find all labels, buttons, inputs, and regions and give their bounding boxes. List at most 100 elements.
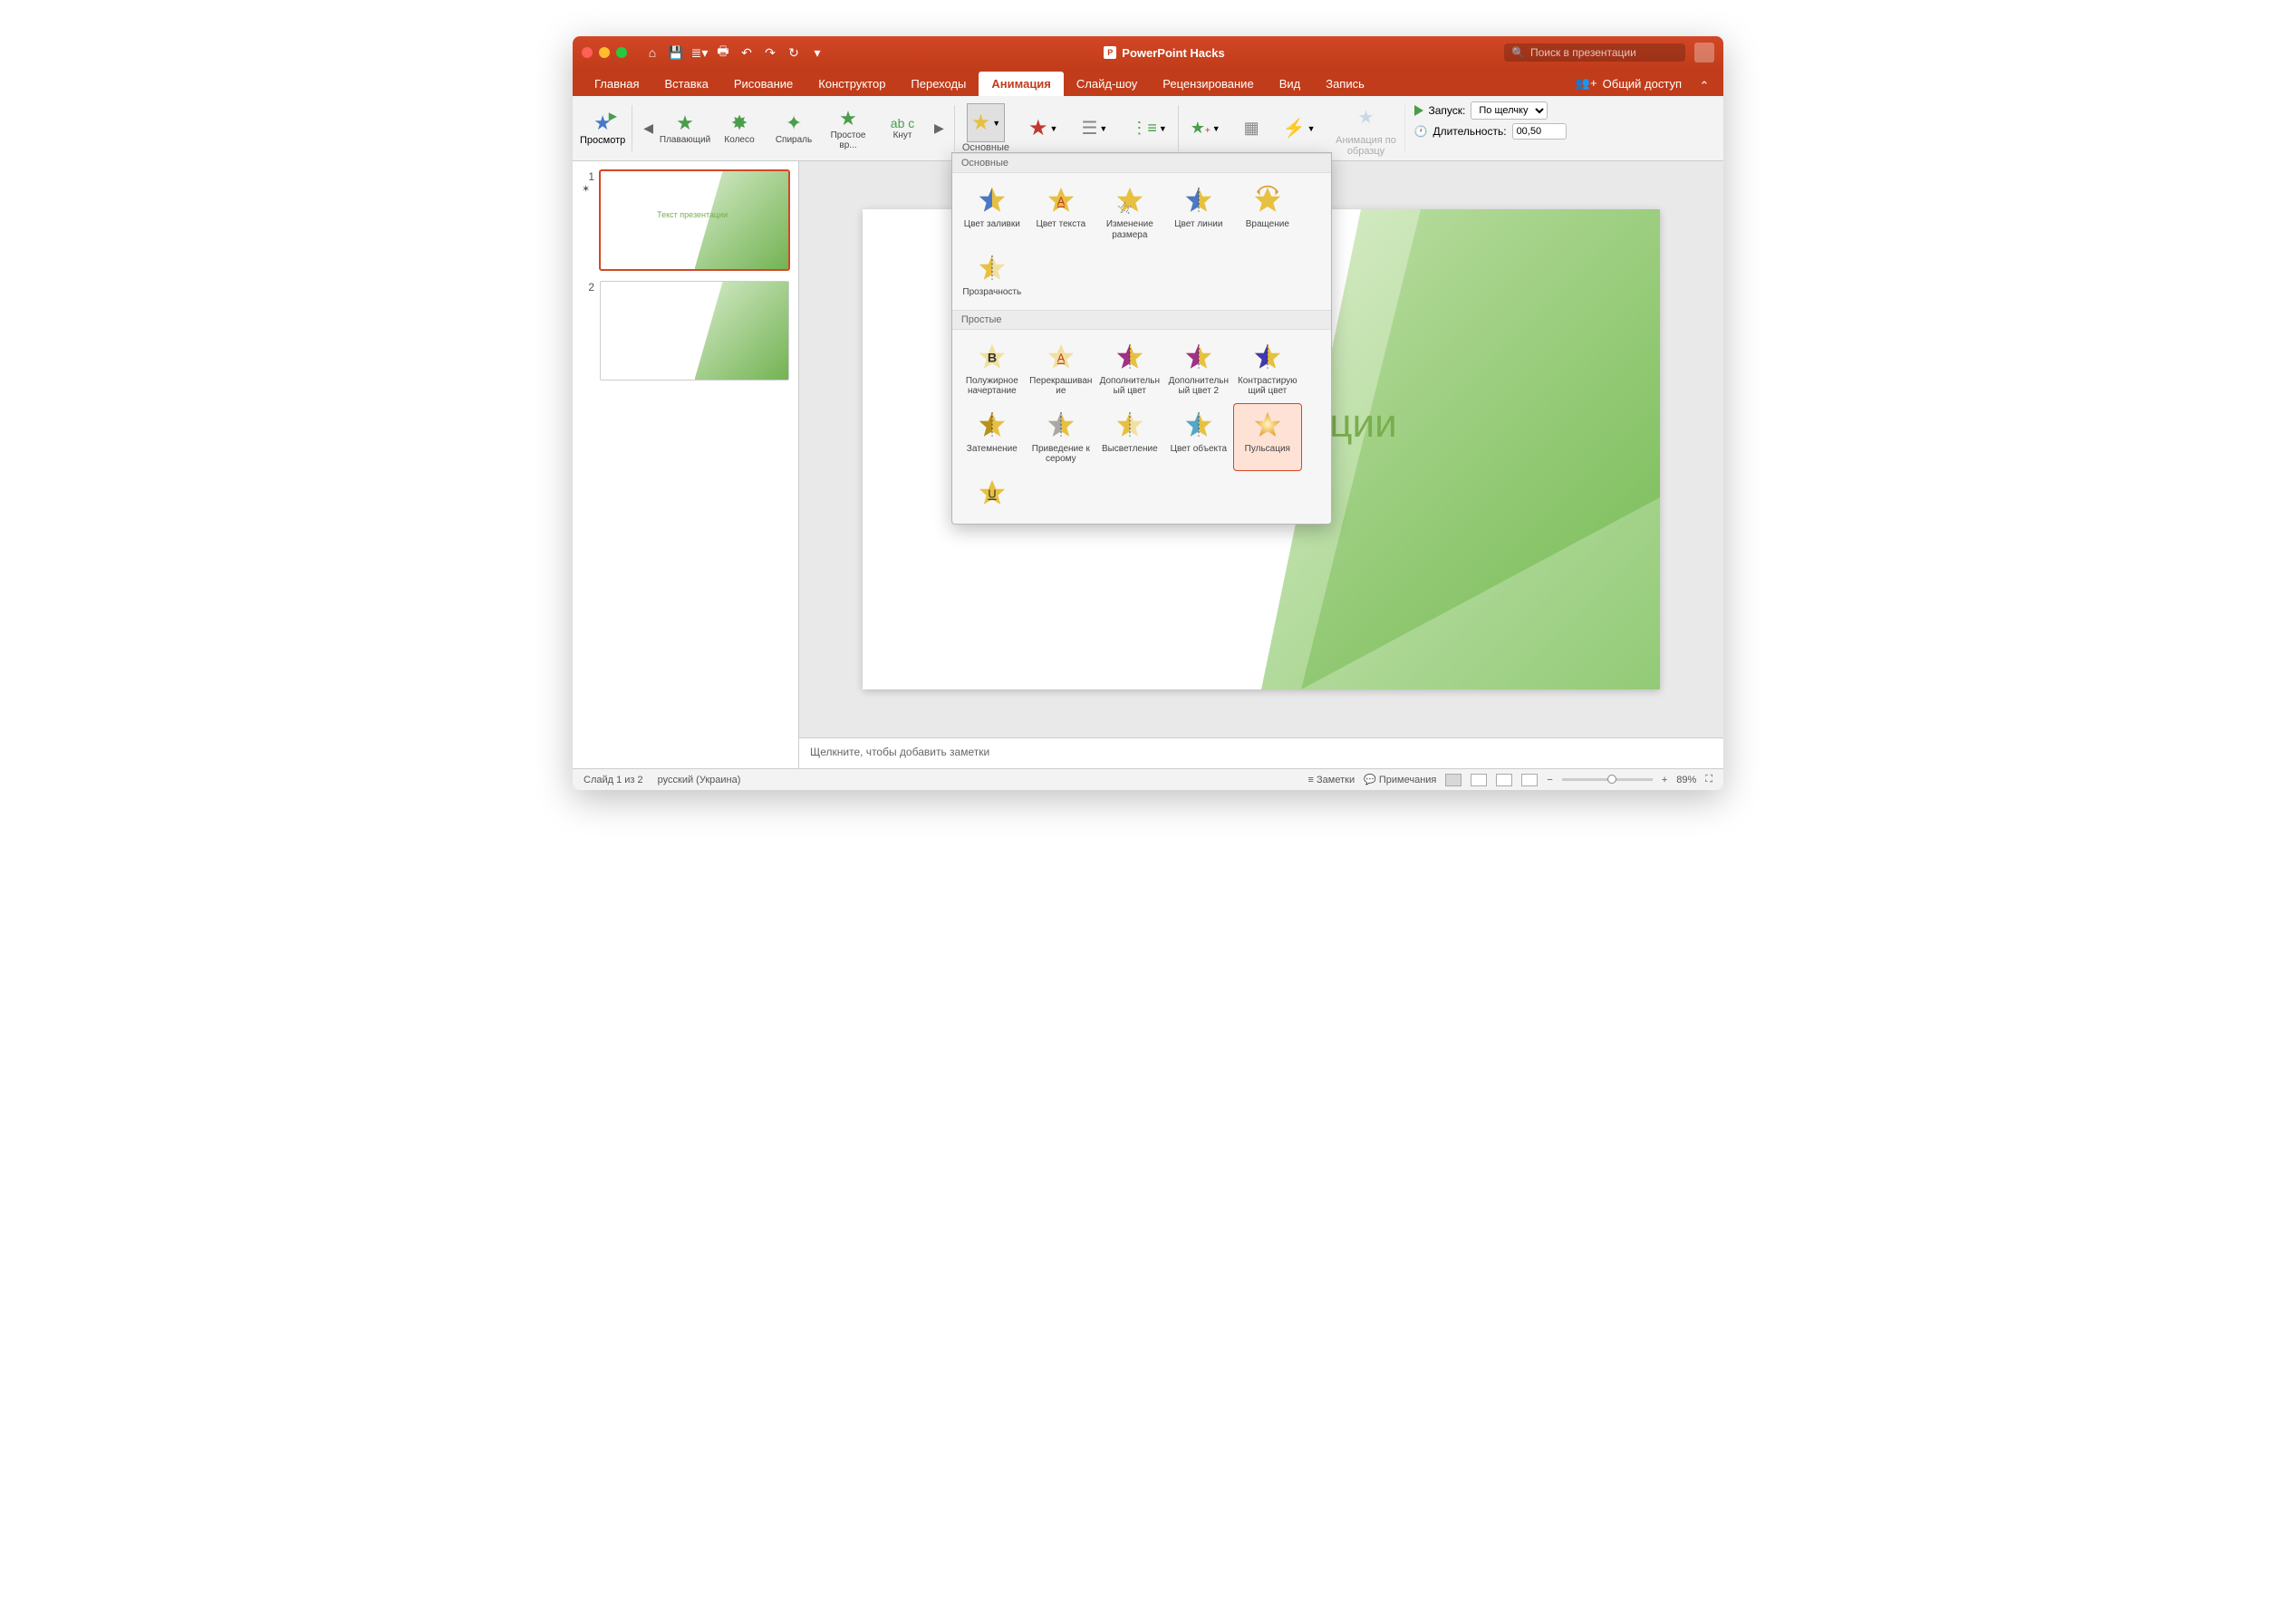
tab-animations[interactable]: Анимация [979,72,1063,96]
effect-bold-flash[interactable]: BПолужирное начертание [958,335,1027,403]
effect-darken[interactable]: Затемнение [958,403,1027,471]
normal-view-button[interactable] [1445,774,1462,786]
thumbnail-1-animation-indicator: ✶ [582,183,594,195]
preview-group: ★ ▶ Просмотр [573,96,632,160]
effect-transparency[interactable]: Прозрачность [958,246,1027,304]
share-button[interactable]: 👥+ Общий доступ [1567,71,1691,96]
effect-options-dropdown[interactable]: ⋮≡▼ [1126,112,1171,144]
bullets-icon[interactable]: ≣▾ [692,45,707,60]
motion-path-dropdown[interactable]: ☰▼ [1076,111,1112,146]
preview-button[interactable]: ★ ▶ Просмотр [580,111,625,146]
effect-spin[interactable]: Вращение [1233,178,1302,246]
minimize-window-button[interactable] [599,47,610,58]
notes-icon: ≡ [1308,775,1314,785]
gallery-next-button[interactable]: ▶ [931,120,948,136]
effect-wheel[interactable]: ✸Колесо [713,110,766,147]
effect-whip[interactable]: ab cКнут [876,114,929,142]
language-indicator[interactable]: русский (Украина) [658,775,741,785]
notes-pane[interactable]: Щелкните, чтобы добавить заметки [799,737,1723,768]
entrance-gallery-group: ◀ ★Плавающий ✸Колесо ✦Спираль ★Простое в… [632,96,955,160]
tab-record[interactable]: Запись [1313,72,1377,96]
zoom-out-button[interactable]: − [1547,775,1552,785]
tab-design[interactable]: Конструктор [806,72,898,96]
effect-grow-shrink[interactable]: Изменение размера [1095,178,1164,246]
tab-transitions[interactable]: Переходы [898,72,979,96]
tab-view[interactable]: Вид [1267,72,1314,96]
thumbnail-2[interactable]: 2 [582,281,789,381]
effect-complementary-color-2[interactable]: Дополнительный цвет 2 [1164,335,1233,403]
tab-insert[interactable]: Вставка [651,72,720,96]
zoom-in-button[interactable]: + [1662,775,1667,785]
effect-fill-color[interactable]: Цвет заливки [958,178,1027,246]
slideshow-view-button[interactable] [1521,774,1538,786]
effect-basic-swivel[interactable]: ★Простое вр... [822,105,874,152]
timing-group: Запуск: По щелчку 🕐 Длительность: [1405,96,1576,160]
exit-effect-dropdown[interactable]: ★▼ [1024,109,1062,148]
duration-input[interactable] [1512,123,1567,140]
fit-to-window-button[interactable]: ⛶ [1705,774,1712,785]
redo-icon[interactable]: ↷ [763,45,777,60]
ribbon-collapse-button[interactable]: ⌃ [1694,76,1714,96]
popup-section-basic: Основные [952,153,1331,173]
ribbon-tabbar: Главная Вставка Рисование Конструктор Пе… [573,69,1723,96]
duration-label: Длительность: [1433,125,1506,138]
effect-brush-color[interactable]: AПерекрашивание [1027,335,1095,403]
effect-underline[interactable]: U [958,471,1027,518]
trigger-dropdown[interactable]: ⚡▼ [1278,111,1320,146]
effect-float[interactable]: ★Плавающий [659,110,711,147]
effect-spiral[interactable]: ✦Спираль [767,110,820,147]
emphasis-gallery-popup: Основные Цвет заливки AЦвет текста Измен… [951,152,1332,525]
add-animation-dropdown[interactable]: ★+▼ [1186,112,1225,144]
maximize-window-button[interactable] [616,47,627,58]
app-window: ⌂ 💾 ≣▾ 🖶 ↶ ↷ ↻ ▾ P PowerPoint Hacks 🔍 По… [573,36,1723,790]
effect-font-color[interactable]: AЦвет текста [1027,178,1095,246]
status-bar: Слайд 1 из 2 русский (Украина) ≡ Заметки… [573,768,1723,790]
traffic-lights [582,47,627,58]
svg-text:U: U [988,487,996,500]
zoom-slider[interactable] [1562,778,1653,781]
effect-complementary-color[interactable]: Дополнительный цвет [1095,335,1164,403]
effect-desaturate[interactable]: Приведение к серому [1027,403,1095,471]
clock-icon: 🕐 [1414,125,1428,138]
search-box[interactable]: 🔍 Поиск в презентации [1504,43,1685,62]
tab-draw[interactable]: Рисование [721,72,806,96]
comments-icon: 💬 [1364,775,1376,785]
qat-overflow-icon[interactable]: ▾ [810,45,825,60]
exit-dropdown-group: ★▼ [1017,96,1069,160]
zoom-percent[interactable]: 89% [1676,775,1696,785]
sorter-view-button[interactable] [1471,774,1487,786]
ribbon: ★ ▶ Просмотр ◀ ★Плавающий ✸Колесо ✦Спира… [573,96,1723,161]
reading-view-button[interactable] [1496,774,1512,786]
tab-slideshow[interactable]: Слайд-шоу [1064,72,1150,96]
start-play-icon [1414,105,1423,116]
popup-grid-basic: Цвет заливки AЦвет текста Изменение разм… [952,173,1331,310]
search-placeholder: Поиск в презентации [1530,46,1636,59]
svg-text:A: A [1057,351,1066,364]
print-icon[interactable]: 🖶 [716,45,730,60]
thumbnail-2-preview [600,281,789,381]
animation-painter-button[interactable]: ★ [1354,100,1379,135]
svg-text:A: A [1057,195,1066,208]
home-icon[interactable]: ⌂ [645,45,660,60]
emphasis-effect-dropdown[interactable]: ★▼ [967,103,1005,142]
effect-line-color[interactable]: Цвет линии [1164,178,1233,246]
tab-home[interactable]: Главная [582,72,651,96]
thumbnail-1[interactable]: 1 ✶ Текст презентации [582,170,789,270]
notes-toggle-button[interactable]: ≡ Заметки [1308,775,1355,785]
effect-contrasting-color[interactable]: Контрастирующий цвет [1233,335,1302,403]
tab-review[interactable]: Рецензирование [1150,72,1266,96]
animation-pane-button[interactable]: ▦ [1240,112,1264,144]
account-avatar[interactable] [1694,43,1714,63]
preview-label: Просмотр [580,135,625,146]
window-title: P PowerPoint Hacks [825,46,1504,60]
repeat-icon[interactable]: ↻ [786,45,801,60]
effect-pulse[interactable]: Пульсация [1233,403,1302,471]
undo-icon[interactable]: ↶ [739,45,754,60]
effect-object-color[interactable]: Цвет объекта [1164,403,1233,471]
comments-toggle-button[interactable]: 💬 Примечания [1364,774,1436,785]
close-window-button[interactable] [582,47,593,58]
start-select[interactable]: По щелчку [1471,101,1548,120]
effect-lighten[interactable]: Высветление [1095,403,1164,471]
save-icon[interactable]: 💾 [669,45,683,60]
gallery-prev-button[interactable]: ◀ [640,120,657,136]
